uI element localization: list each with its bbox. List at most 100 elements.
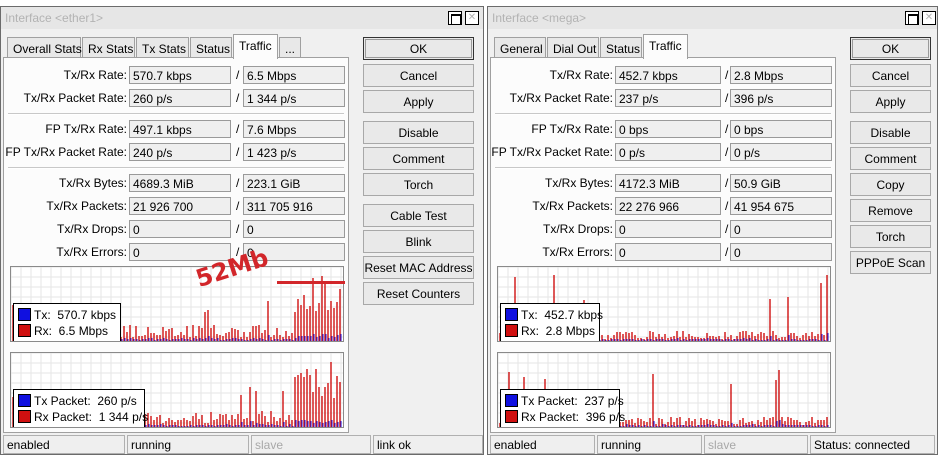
- window-titlebar[interactable]: Interface <ether1> ✕: [1, 7, 483, 29]
- fp-tx-rate-field: 0 bps: [615, 120, 721, 138]
- fp-tx-packet-rate-field: 240 p/s: [129, 143, 231, 161]
- section-divider: [8, 113, 344, 115]
- separator-slash: /: [236, 122, 240, 136]
- separator-slash: /: [725, 199, 729, 213]
- comment-button[interactable]: Comment: [850, 147, 931, 170]
- apply-button[interactable]: Apply: [363, 90, 474, 113]
- tab-status[interactable]: Status: [190, 37, 232, 58]
- cable-test-button[interactable]: Cable Test: [363, 204, 474, 227]
- tx-rate-field: 570.7 kbps: [129, 66, 231, 84]
- tx-color-swatch: [505, 308, 518, 321]
- tab-overall-stats[interactable]: Overall Stats: [7, 37, 82, 58]
- tx-rx-drops-label: Tx/Rx Drops:: [542, 222, 613, 236]
- status-running: running: [597, 435, 702, 454]
- legend-tx-packet: Tx Packet: 237 p/s: [505, 393, 624, 409]
- apply-button[interactable]: Apply: [850, 90, 931, 113]
- status-enabled: enabled: [3, 435, 125, 454]
- window-title: Interface <mega>: [492, 11, 587, 25]
- ok-button[interactable]: OK: [363, 37, 474, 60]
- separator-slash: /: [236, 68, 240, 82]
- tab-status[interactable]: Status: [600, 37, 642, 58]
- tab-traffic[interactable]: Traffic: [643, 34, 688, 59]
- close-icon[interactable]: ✕: [465, 11, 479, 25]
- tx-rx-rate-label: Tx/Rx Rate:: [549, 68, 613, 82]
- separator-slash: /: [725, 222, 729, 236]
- legend-rx-value: 6.5 Mbps: [58, 324, 109, 338]
- fp-tx-rx-rate-label: FP Tx/Rx Rate:: [531, 122, 613, 136]
- reset-counters-button[interactable]: Reset Counters: [363, 282, 474, 305]
- legend-rx-packet-value: 1 344 p/s: [98, 410, 149, 424]
- ok-button[interactable]: OK: [850, 37, 931, 60]
- reset-mac-address-button[interactable]: Reset MAC Address: [363, 256, 474, 279]
- graph-legend: Tx Packet: 260 p/s Rx Packet: 1 344 p/s: [13, 389, 148, 427]
- traffic-rate-graph: Tx: 570.7 kbps Rx: 6.5 Mbps: [10, 266, 344, 342]
- separator-slash: /: [725, 91, 729, 105]
- pppoe-scan-button[interactable]: PPPoE Scan: [850, 251, 931, 274]
- tab-traffic[interactable]: Traffic: [233, 34, 278, 59]
- disable-button[interactable]: Disable: [363, 121, 474, 144]
- rx-drops-field: 0: [243, 220, 345, 238]
- tx-color-swatch: [505, 394, 518, 407]
- legend-tx: Tx: 452.7 kbps: [505, 307, 603, 323]
- remove-button[interactable]: Remove: [850, 199, 931, 222]
- fp-tx-rx-rate-label: FP Tx/Rx Rate:: [45, 122, 127, 136]
- legend-tx: Tx: 570.7 kbps: [18, 307, 116, 323]
- fp-rx-packet-rate-field: 0 p/s: [730, 143, 832, 161]
- tab-rx-stats[interactable]: Rx Stats: [82, 37, 135, 58]
- cancel-button[interactable]: Cancel: [850, 64, 931, 87]
- legend-rx-packet: Rx Packet: 1 344 p/s: [18, 409, 148, 425]
- separator-slash: /: [725, 122, 729, 136]
- graph-legend: Tx: 452.7 kbps Rx: 2.8 Mbps: [500, 303, 603, 341]
- torch-button[interactable]: Torch: [363, 173, 474, 196]
- tx-packets-field: 22 276 966: [615, 197, 721, 215]
- tx-rx-packets-label: Tx/Rx Packets:: [532, 199, 613, 213]
- close-icon[interactable]: ✕: [922, 11, 936, 25]
- status-connection: Status: connected: [810, 435, 935, 454]
- rx-drops-field: 0: [730, 220, 832, 238]
- status-slave: slave: [251, 435, 371, 454]
- rx-color-swatch: [18, 324, 31, 337]
- separator-slash: /: [725, 68, 729, 82]
- annotation-underline: [277, 281, 345, 284]
- window-titlebar[interactable]: Interface <mega> ✕: [488, 7, 937, 29]
- comment-button[interactable]: Comment: [363, 147, 474, 170]
- tx-rx-packets-label: Tx/Rx Packets:: [46, 199, 127, 213]
- disable-button[interactable]: Disable: [850, 121, 931, 144]
- tx-rate-field: 452.7 kbps: [615, 66, 721, 84]
- rx-errors-field: 0: [730, 243, 832, 261]
- rx-color-swatch: [505, 410, 518, 423]
- separator-slash: /: [236, 199, 240, 213]
- rx-packet-rate-field: 396 p/s: [730, 89, 832, 107]
- legend-tx-packet-value: 260 p/s: [97, 394, 137, 408]
- torch-button[interactable]: Torch: [850, 225, 931, 248]
- legend-tx-packet-value: 237 p/s: [584, 394, 624, 408]
- fp-rx-rate-field: 0 bps: [730, 120, 832, 138]
- tab-dial-out[interactable]: Dial Out: [547, 37, 599, 58]
- tx-rx-errors-label: Tx/Rx Errors:: [56, 245, 127, 259]
- tab-more[interactable]: ...: [279, 37, 301, 58]
- blink-button[interactable]: Blink: [363, 230, 474, 253]
- tx-rx-packet-rate-label: Tx/Rx Packet Rate:: [23, 91, 127, 105]
- cancel-button[interactable]: Cancel: [363, 64, 474, 87]
- traffic-rate-graph: Tx: 452.7 kbps Rx: 2.8 Mbps: [497, 266, 831, 342]
- traffic-panel: Tx/Rx Rate: 570.7 kbps / 6.5 Mbps Tx/Rx …: [3, 57, 349, 433]
- tab-general[interactable]: General: [494, 37, 546, 58]
- tab-tx-stats[interactable]: Tx Stats: [136, 37, 189, 58]
- copy-button[interactable]: Copy: [850, 173, 931, 196]
- maximize-icon[interactable]: [448, 11, 462, 25]
- traffic-panel: Tx/Rx Rate: 452.7 kbps / 2.8 Mbps Tx/Rx …: [490, 57, 836, 433]
- separator-slash: /: [725, 245, 729, 259]
- graph-legend: Tx: 570.7 kbps Rx: 6.5 Mbps: [13, 303, 121, 341]
- tx-bytes-field: 4172.3 MiB: [615, 174, 721, 192]
- legend-rx-packet-value: 396 p/s: [585, 410, 626, 424]
- tx-color-swatch: [18, 394, 31, 407]
- separator-slash: /: [725, 176, 729, 190]
- fp-tx-rx-packet-rate-label: FP Tx/Rx Packet Rate:: [5, 145, 127, 159]
- tx-rx-bytes-label: Tx/Rx Bytes:: [544, 176, 613, 190]
- fp-rx-rate-field: 7.6 Mbps: [243, 120, 345, 138]
- legend-tx-value: 570.7 kbps: [57, 308, 117, 322]
- maximize-icon[interactable]: [905, 11, 919, 25]
- status-running: running: [127, 435, 249, 454]
- packet-rate-graph: Tx Packet: 260 p/s Rx Packet: 1 344 p/s: [10, 352, 344, 428]
- separator-slash: /: [236, 91, 240, 105]
